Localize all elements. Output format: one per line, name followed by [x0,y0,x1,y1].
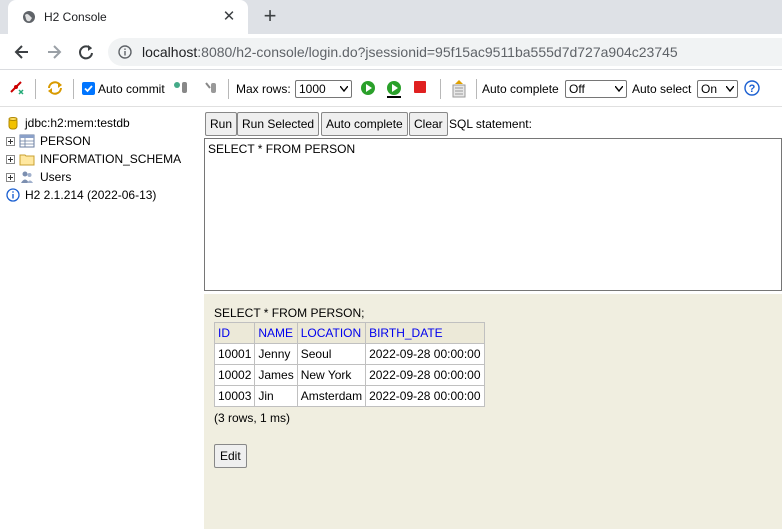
max-rows-value: 1000 [299,82,326,96]
tree-item-label: INFORMATION_SCHEMA [40,152,182,166]
chevron-down-icon [340,86,348,92]
table-header-row: ID NAME LOCATION BIRTH_DATE [213,322,485,344]
schema-tree: jdbc:h2:mem:testdb PERSON INFORMATION_SC… [0,108,204,529]
tree-item-person[interactable]: PERSON [6,132,91,150]
tab-title: H2 Console [44,10,107,24]
table-row: 10003 Jin Amsterdam 2022-09-28 00:00:00 [213,385,485,407]
connection-label: jdbc:h2:mem:testdb [25,116,130,130]
table-cell: 2022-09-28 00:00:00 [365,343,485,365]
max-rows-label: Max rows: [236,82,291,96]
tree-item-label: PERSON [40,134,91,148]
users-icon [21,171,33,183]
tree-item-label: Users [40,170,72,184]
rollback-icon[interactable] [172,80,190,96]
auto-complete-select[interactable]: Off [565,80,627,98]
disconnect-icon[interactable] [9,80,25,96]
expand-icon[interactable] [6,154,15,164]
column-header-birth-date[interactable]: BIRTH_DATE [365,322,485,344]
back-arrow-icon[interactable] [12,42,32,62]
browser-tab[interactable]: H2 Console ✕ [8,0,248,34]
table-cell: 10002 [213,364,256,386]
edit-button[interactable]: Edit [214,444,247,468]
sql-statement-label: SQL statement: [449,117,532,131]
globe-icon [23,11,35,23]
commit-icon[interactable] [203,80,219,96]
refresh-icon[interactable] [46,80,64,96]
table-row: 10002 James New York 2022-09-28 00:00:00 [213,364,485,386]
tree-version: H2 2.1.214 (2022-06-13) [6,186,156,204]
table-cell: James [254,364,298,386]
forward-arrow-icon[interactable] [44,42,64,62]
query-pane: Run Run Selected Auto complete Clear SQL… [204,108,782,294]
tree-item-users[interactable]: Users [6,168,71,186]
url-path: :8080/h2-console/login.do?jsessionid=95f… [197,44,678,60]
chevron-down-icon [726,86,734,92]
table-cell: 10001 [213,343,256,365]
new-tab-icon[interactable]: + [260,5,280,27]
table-cell: New York [296,364,367,386]
expand-icon[interactable] [6,172,15,182]
result-pane: SELECT * FROM PERSON; ID NAME LOCATION B… [204,294,782,529]
browser-tabstrip: H2 Console ✕ + [0,0,782,34]
auto-commit-label: Auto commit [98,82,165,96]
table-cell: Amsterdam [296,385,367,407]
column-header-location[interactable]: LOCATION [296,322,367,344]
column-header-id[interactable]: ID [213,322,256,344]
run-selected-button[interactable]: Run Selected [237,112,320,136]
folder-icon [19,154,35,166]
table-icon [19,134,35,148]
version-label: H2 2.1.214 (2022-06-13) [25,188,157,202]
column-header-name[interactable]: NAME [254,322,298,344]
database-icon [8,117,18,130]
tree-item-information-schema[interactable]: INFORMATION_SCHEMA [6,150,181,168]
url-host: localhost [142,44,198,60]
auto-select-label: Auto select [632,82,692,96]
reload-icon[interactable] [76,42,96,62]
table-row: 10001 Jenny Seoul 2022-09-28 00:00:00 [213,343,485,365]
auto-complete-value: Off [569,82,585,96]
address-bar-row: localhost:8080/h2-console/login.do?jsess… [0,34,782,70]
toolbar-separator [476,79,477,99]
table-cell: Seoul [296,343,367,365]
run-button[interactable]: Run [205,112,238,136]
auto-select-value: On [701,82,718,96]
toolbar-separator [440,79,441,99]
result-table: ID NAME LOCATION BIRTH_DATE 10001 Jenny … [213,322,485,407]
table-cell: 10003 [213,385,256,407]
help-icon[interactable]: ? [744,80,760,96]
run-selected-icon[interactable] [385,80,403,98]
max-rows-select[interactable]: 1000 [295,80,352,98]
toolbar-separator [35,79,36,99]
expand-icon[interactable] [6,136,15,146]
h2-toolbar: Auto commit Max rows: 1000 Auto complete… [0,71,782,107]
history-icon[interactable] [451,80,467,98]
table-cell: Jenny [254,343,298,365]
auto-complete-button[interactable]: Auto complete [321,112,408,136]
close-tab-icon[interactable]: ✕ [220,8,238,26]
table-cell: 2022-09-28 00:00:00 [365,385,485,407]
auto-select-select[interactable]: On [697,80,738,98]
info-circle-icon[interactable] [118,45,132,59]
result-sql: SELECT * FROM PERSON; [214,306,365,320]
toolbar-separator [228,79,229,99]
checkmark-icon [84,85,93,93]
table-cell: Jin [254,385,298,407]
omnibox[interactable]: localhost:8080/h2-console/login.do?jsess… [108,38,782,66]
help-glyph: ? [749,83,756,95]
toolbar-separator [73,79,74,99]
stop-icon[interactable] [413,80,427,94]
auto-complete-label: Auto complete [482,82,559,96]
result-count: (3 rows, 1 ms) [214,411,291,425]
tree-connection[interactable]: jdbc:h2:mem:testdb [6,114,130,132]
table-cell: 2022-09-28 00:00:00 [365,364,485,386]
chevron-down-icon [615,86,623,92]
sql-editor[interactable]: SELECT * FROM PERSON [204,138,782,291]
clear-button[interactable]: Clear [409,112,448,136]
run-icon[interactable] [360,80,376,96]
auto-commit-checkbox[interactable] [82,82,95,95]
info-icon [6,188,20,202]
url-text: localhost:8080/h2-console/login.do?jsess… [142,44,678,60]
